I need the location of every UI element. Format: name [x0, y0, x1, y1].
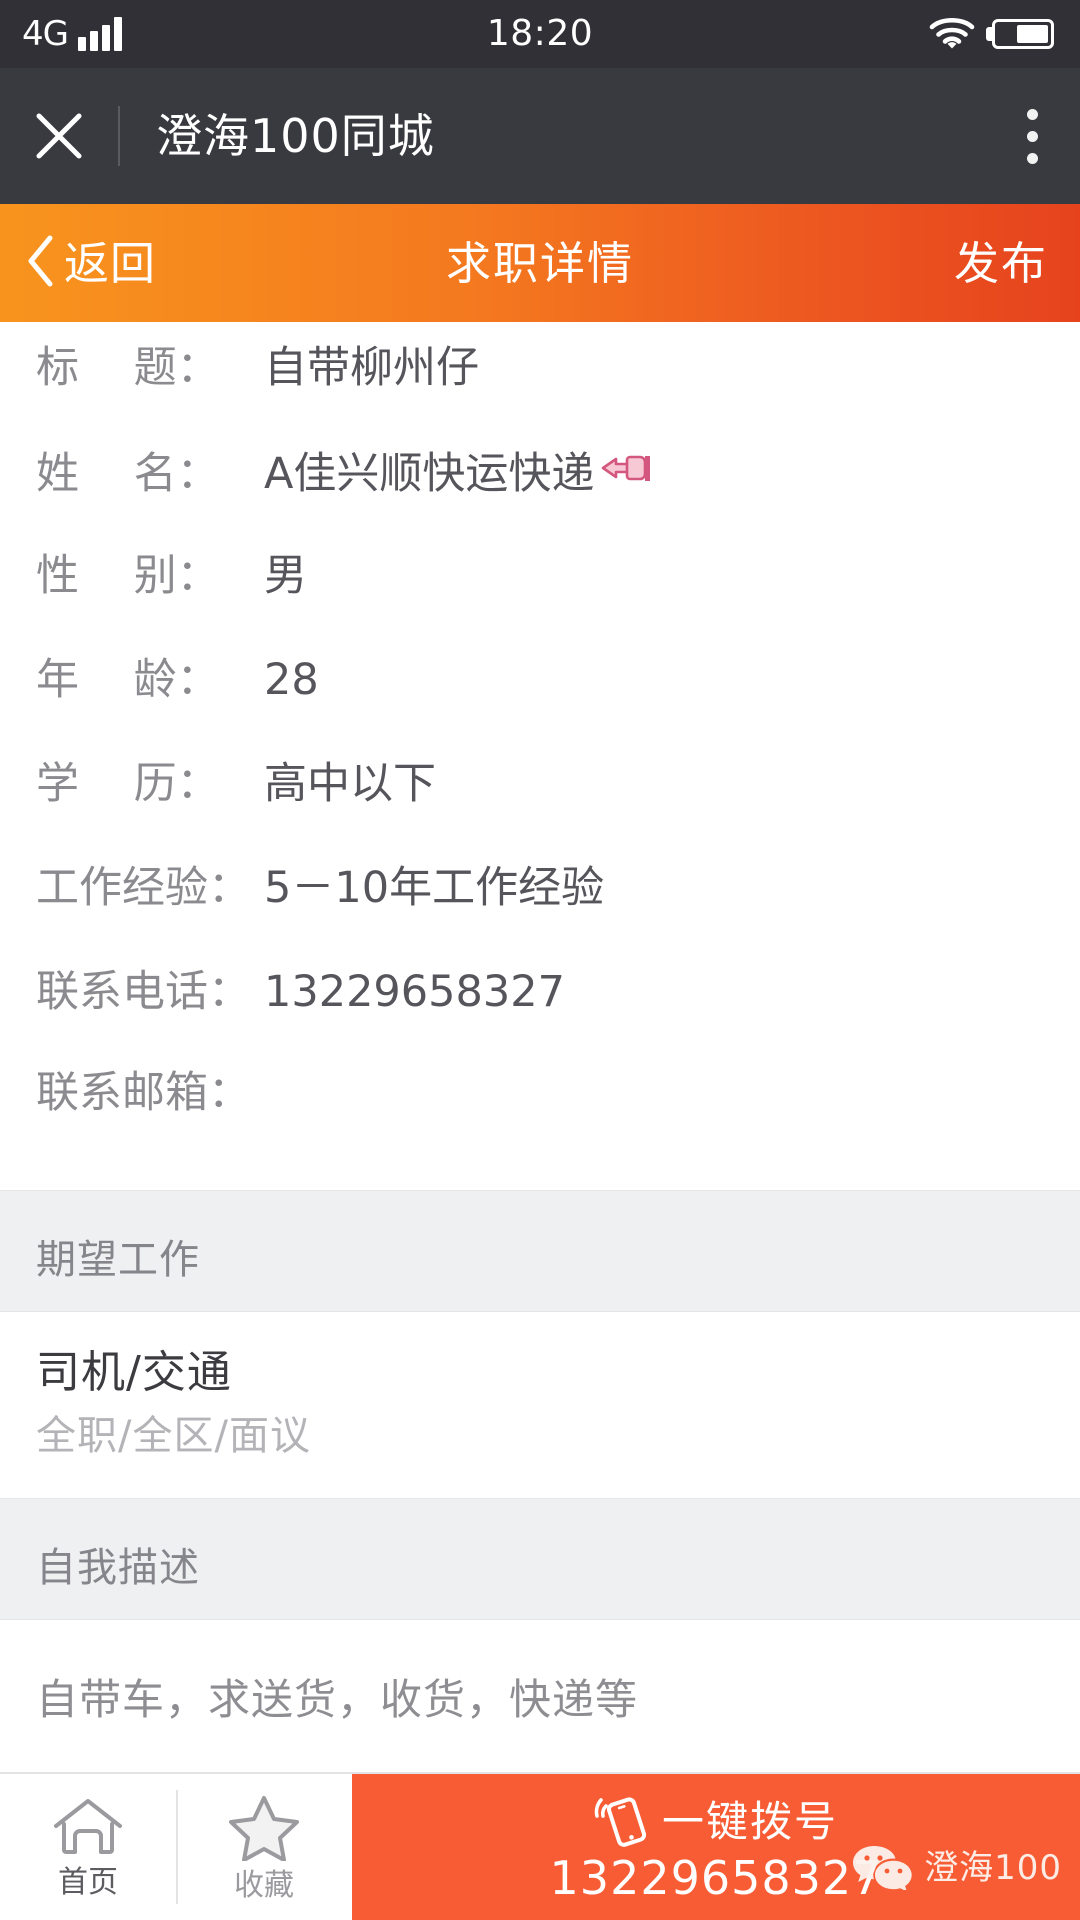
wechat-watermark: 澄海100	[852, 1842, 1062, 1894]
info-value-text: 5－10年工作经验	[264, 863, 605, 913]
info-label: 联系电话：	[36, 967, 251, 1017]
wechat-watermark-text: 澄海100	[924, 1848, 1062, 1888]
status-bar-clock: 18:20	[486, 13, 594, 54]
info-row-name: 姓 名： A佳兴顺快运快递	[0, 448, 1080, 552]
info-row-phone: 联系电话： 13229658327	[0, 968, 1080, 1072]
phone-ringing-icon	[594, 1792, 650, 1852]
info-value: 男	[264, 552, 307, 600]
app-screen: 4G 18:20 澄海100同城 返回 求职详情 发布 标 题： 自带柳州仔 姓…	[0, 0, 1080, 1920]
info-value: 自带柳州仔	[264, 344, 479, 392]
info-row-experience: 工作经验： 5－10年工作经验	[0, 864, 1080, 968]
info-label: 学 历：	[36, 759, 220, 809]
back-button-label: 返回	[64, 236, 157, 290]
info-value-text: 28	[264, 655, 319, 705]
self-description-block: 自带车，求送货，收货，快递等	[0, 1620, 1080, 1726]
app-navbar: 返回 求职详情 发布	[0, 204, 1080, 322]
info-value: 5－10年工作经验	[264, 864, 604, 912]
info-value: A佳兴顺快运快递	[264, 448, 652, 500]
section-header-expected-job: 期望工作	[0, 1208, 1080, 1312]
info-label: 姓 名：	[36, 449, 220, 499]
home-button-label: 首页	[58, 1865, 118, 1900]
info-row-age: 年 龄： 28	[0, 656, 1080, 760]
info-label: 标 题：	[36, 343, 220, 393]
more-options-icon-dot	[1027, 130, 1038, 142]
home-button[interactable]: 首页	[0, 1774, 176, 1920]
info-value-text: 13229658327	[264, 967, 565, 1017]
info-value: 28	[264, 656, 319, 704]
applicant-info-list: 标 题： 自带柳州仔 姓 名： A佳兴顺快运快递 性 别： 男 年 龄： 28 …	[0, 322, 1080, 1190]
wechat-page-title: 澄海100同城	[156, 109, 435, 163]
section-header-self-description: 自我描述	[0, 1516, 1080, 1620]
info-value-text: 男	[264, 551, 307, 601]
section-spacer	[0, 1190, 1080, 1208]
star-icon	[227, 1793, 301, 1865]
info-label: 联系邮箱：	[36, 1068, 251, 1118]
one-click-call-button[interactable]: 一键拨号 13229658327 澄海100	[352, 1774, 1080, 1920]
info-row-education: 学 历： 高中以下	[0, 760, 1080, 864]
info-label: 性 别：	[36, 551, 220, 601]
pointing-left-hand-emoji	[600, 448, 652, 500]
publish-button[interactable]: 发布	[954, 241, 1080, 286]
section-title: 自我描述	[36, 1544, 200, 1591]
expected-job-block[interactable]: 司机/交通 全职/全区/面议	[0, 1312, 1080, 1498]
more-options-button[interactable]	[1027, 108, 1080, 164]
info-value-text: 自带柳州仔	[264, 343, 479, 393]
wechat-header: 澄海100同城	[0, 68, 1080, 204]
info-row-title: 标 题： 自带柳州仔	[0, 344, 1080, 448]
bottom-toolbar: 首页 收藏 一键拨号 13229658327 澄海100	[0, 1772, 1080, 1920]
section-title: 期望工作	[36, 1236, 200, 1283]
info-row-gender: 性 别： 男	[0, 552, 1080, 656]
expected-job-title: 司机/交通	[36, 1347, 232, 1398]
battery-icon	[992, 19, 1054, 49]
chevron-left-icon	[24, 233, 58, 293]
info-label: 年 龄：	[36, 655, 220, 705]
info-value-text: 高中以下	[264, 759, 436, 809]
close-button[interactable]	[0, 110, 118, 162]
info-label: 工作经验：	[36, 863, 251, 913]
info-value: 高中以下	[264, 760, 436, 808]
back-button[interactable]: 返回	[0, 233, 156, 293]
close-icon	[33, 110, 85, 162]
favorite-button-label: 收藏	[234, 1868, 294, 1903]
self-description-text: 自带车，求送货，收货，快递等	[36, 1675, 639, 1724]
more-options-icon-dot	[1027, 152, 1038, 164]
home-icon	[51, 1796, 125, 1862]
info-value-text: A佳兴顺快运快递	[264, 449, 595, 499]
status-bar: 4G 18:20	[0, 0, 1080, 68]
expected-job-subtitle: 全职/全区/面议	[36, 1413, 311, 1459]
section-spacer	[0, 1498, 1080, 1516]
call-button-number: 13229658327	[549, 1851, 883, 1905]
favorite-button[interactable]: 收藏	[176, 1774, 352, 1920]
page-title: 求职详情	[445, 236, 634, 290]
call-button-label: 一键拨号	[661, 1797, 838, 1846]
more-options-icon	[1027, 108, 1038, 120]
call-button-top-row: 一键拨号	[594, 1792, 838, 1852]
info-row-email: 联系邮箱：	[0, 1072, 1080, 1176]
info-value[interactable]: 13229658327	[264, 968, 565, 1016]
